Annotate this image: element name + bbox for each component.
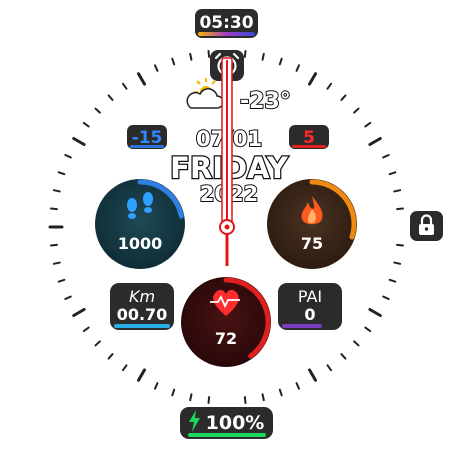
minor-tick xyxy=(207,49,211,58)
heart-rate-widget[interactable]: 72 xyxy=(181,277,271,367)
minor-tick xyxy=(64,154,72,159)
pai-value: 0 xyxy=(304,305,315,324)
major-tick xyxy=(137,368,146,382)
minor-tick xyxy=(396,243,405,247)
minor-tick xyxy=(107,94,114,101)
minor-tick xyxy=(243,396,247,405)
major-tick xyxy=(137,72,146,86)
minor-tick xyxy=(57,171,66,176)
minor-tick xyxy=(382,295,390,300)
major-tick xyxy=(368,308,382,317)
minor-tick xyxy=(326,364,333,372)
pai-widget[interactable]: PAI 0 xyxy=(278,283,342,330)
minor-tick xyxy=(82,121,90,128)
weather-widget[interactable]: -23° xyxy=(186,78,292,115)
left-badge[interactable]: -15 xyxy=(127,125,167,149)
minor-tick xyxy=(340,94,347,101)
minor-tick xyxy=(261,52,265,61)
distance-unit: Km xyxy=(129,287,155,306)
minor-tick xyxy=(189,52,193,61)
minor-tick xyxy=(121,82,128,90)
minor-tick xyxy=(393,189,402,193)
major-tick xyxy=(308,72,317,86)
minor-tick xyxy=(49,243,58,247)
minor-tick xyxy=(154,64,159,72)
minor-tick xyxy=(171,388,176,397)
right-badge[interactable]: 5 xyxy=(289,125,329,149)
minor-tick xyxy=(82,326,90,333)
minor-tick xyxy=(261,393,265,402)
minor-tick xyxy=(207,396,211,405)
calories-value: 75 xyxy=(301,234,323,253)
right-badge-value: 5 xyxy=(303,128,315,148)
minor-tick xyxy=(57,278,66,283)
distance-value: 00.70 xyxy=(117,305,168,324)
major-tick xyxy=(72,308,86,317)
minor-tick xyxy=(396,207,405,211)
pai-label: PAI xyxy=(298,287,322,306)
seconds-hand xyxy=(219,57,235,266)
major-tick xyxy=(308,368,317,382)
minor-tick xyxy=(154,382,159,390)
minor-tick xyxy=(353,107,360,114)
minor-tick xyxy=(171,57,176,66)
minor-tick xyxy=(340,353,347,360)
minor-tick xyxy=(295,64,300,72)
minor-tick xyxy=(278,57,283,66)
minor-tick xyxy=(94,107,101,114)
minor-tick xyxy=(52,189,61,193)
alarm-time-pill[interactable]: 05:30 xyxy=(195,9,258,38)
minor-tick xyxy=(382,154,390,159)
minor-tick xyxy=(52,261,61,265)
minor-tick xyxy=(353,340,360,347)
minor-tick xyxy=(121,364,128,372)
minor-tick xyxy=(388,278,397,283)
calories-widget[interactable]: 75 xyxy=(267,179,357,269)
steps-value: 1000 xyxy=(118,234,163,253)
minor-tick xyxy=(364,121,372,128)
distance-widget[interactable]: Km 00.70 xyxy=(110,283,174,330)
minor-tick xyxy=(393,261,402,265)
cloud-sun-icon xyxy=(186,78,224,109)
minor-tick xyxy=(388,171,397,176)
minor-tick xyxy=(295,382,300,390)
major-tick xyxy=(368,137,382,146)
battery-value: 100% xyxy=(206,412,265,434)
lock-button[interactable] xyxy=(410,211,443,241)
minor-tick xyxy=(189,393,193,402)
minor-tick xyxy=(243,49,247,58)
minor-tick xyxy=(278,388,283,397)
minor-tick xyxy=(107,353,114,360)
minor-tick xyxy=(64,295,72,300)
major-tick xyxy=(72,137,86,146)
minor-tick xyxy=(94,340,101,347)
minor-tick xyxy=(326,82,333,90)
alarm-time: 05:30 xyxy=(199,13,253,33)
temperature: -23° xyxy=(240,89,291,114)
heart-value: 72 xyxy=(215,329,237,348)
left-badge-value: -15 xyxy=(132,128,163,148)
minor-tick xyxy=(364,326,372,333)
minor-tick xyxy=(49,207,58,211)
battery-widget[interactable]: 100% xyxy=(180,407,273,439)
steps-widget[interactable]: 1000 xyxy=(95,179,185,269)
